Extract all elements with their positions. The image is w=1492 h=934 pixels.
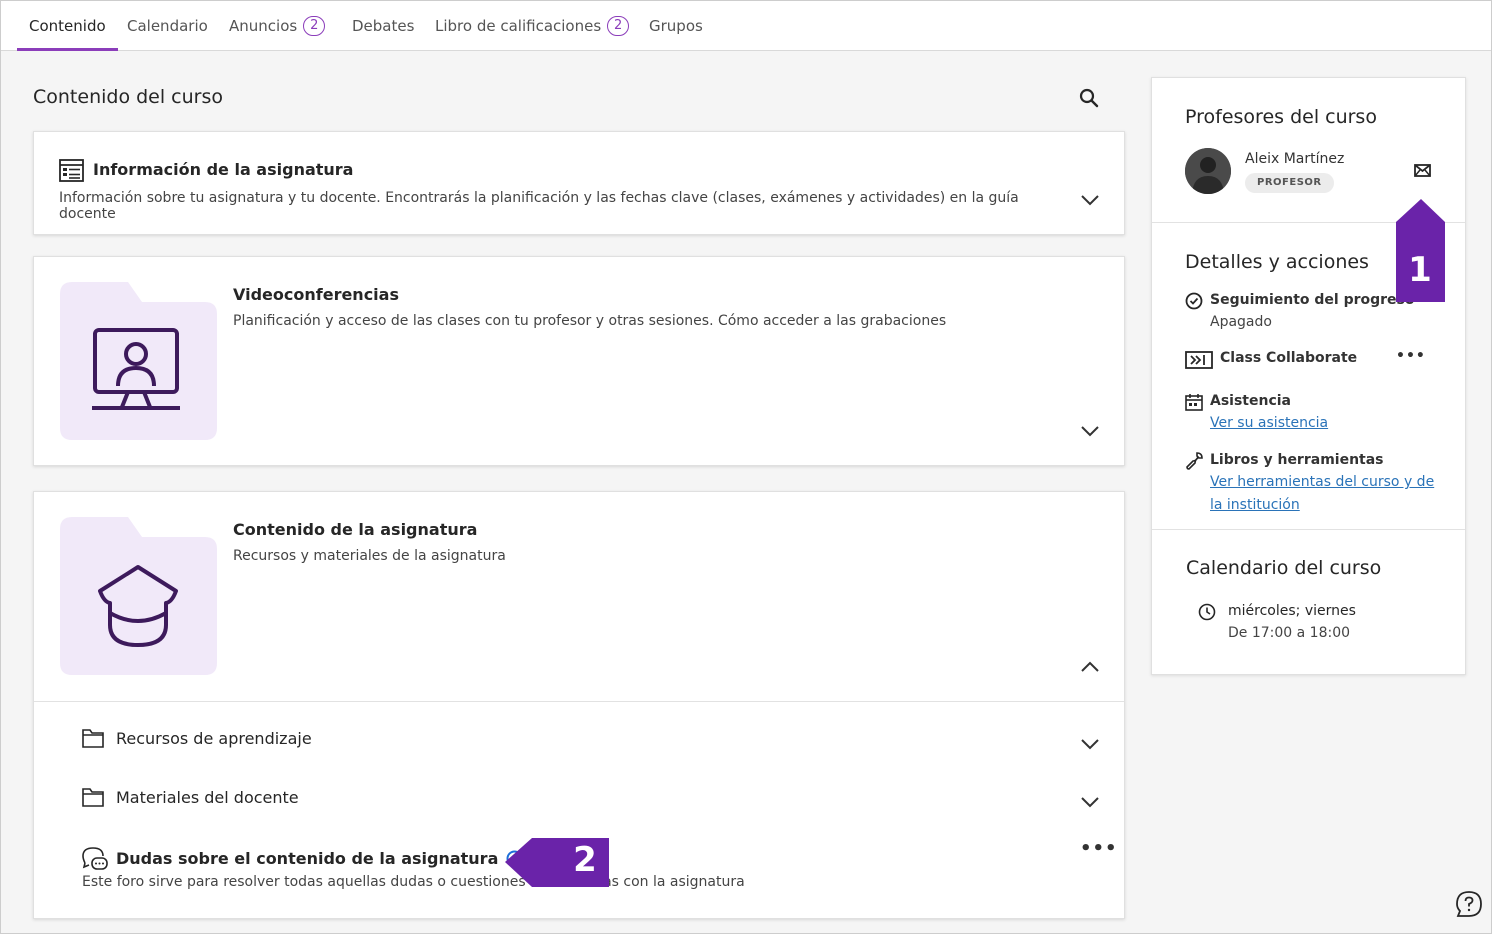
folder-icon [82,729,104,748]
tab-contenido[interactable]: Contenido [17,1,118,51]
progress-value: Apagado [1210,314,1272,330]
attendance-label: Asistencia [1210,393,1291,409]
tab-grupos[interactable]: Grupos [649,1,703,51]
course-details-panel: Profesores del curso Aleix Martínez PROF… [1151,77,1466,675]
discussion-icon [82,847,108,870]
calendar-heading: Calendario del curso [1186,557,1382,579]
wrench-icon [1186,452,1203,470]
folder-item-label: Recursos de aprendizaje [116,728,312,748]
tab-debates[interactable]: Debates [352,1,414,51]
tools-link-line2[interactable]: la institución [1210,494,1300,517]
card-title: Videoconferencias [233,285,399,304]
folder-item-label: Materiales del docente [116,787,299,807]
divider [1152,529,1465,530]
search-icon[interactable] [1078,87,1100,109]
tab-libro-calificaciones[interactable]: Libro de calificaciones 2 [435,1,630,51]
tools-link[interactable]: Ver herramientas del curso y de [1210,471,1434,494]
videoconference-folder-icon [60,282,217,440]
folder-item-materiales[interactable]: Materiales del docente [82,787,299,807]
tab-label: Anuncios [229,17,298,35]
forum-title: Dudas sobre el contenido de la asignatur… [116,848,499,868]
card-title: Información de la asignatura [93,160,354,179]
syllabus-icon [59,159,84,182]
details-heading: Detalles y acciones [1185,251,1369,273]
card-description: Planificación y acceso de las clases con… [233,313,947,329]
chevron-down-icon[interactable] [1080,738,1100,750]
callout-number: 1 [1398,250,1442,290]
teachers-heading: Profesores del curso [1185,106,1377,128]
folder-icon [82,788,104,807]
tab-label: Calendario [127,17,208,35]
info-card[interactable]: Información de la asignatura Información… [33,131,1125,235]
collaborate-label[interactable]: Class Collaborate [1220,350,1357,366]
folder-item-recursos[interactable]: Recursos de aprendizaje [82,728,312,748]
progress-label[interactable]: Seguimiento del progreso [1210,292,1415,308]
tab-label: Libro de calificaciones [435,17,602,35]
message-icon[interactable] [1414,164,1431,177]
user-photo [1185,148,1231,194]
chevron-down-icon[interactable] [1080,796,1100,808]
tools-label: Libros y herramientas [1210,452,1384,468]
progress-check-icon [1185,292,1203,310]
chevron-up-icon[interactable] [1080,661,1100,673]
card-description: Recursos y materiales de la asignatura [233,548,506,564]
clock-icon [1198,603,1216,621]
video-card[interactable]: Videoconferencias Planificación y acceso… [33,256,1125,466]
card-title: Contenido de la asignatura [233,520,478,539]
more-options-icon[interactable]: ••• [1080,840,1118,858]
attendance-link[interactable]: Ver su asistencia [1210,412,1328,435]
teacher-name[interactable]: Aleix Martínez [1245,151,1344,167]
role-badge: PROFESOR [1245,173,1334,193]
divider [34,701,1124,702]
help-icon[interactable] [1455,890,1483,918]
tab-anuncios[interactable]: Anuncios 2 [229,1,326,51]
attendance-icon [1185,394,1203,411]
chevron-down-icon[interactable] [1080,425,1100,437]
callout-number: 2 [565,840,605,880]
tab-label: Contenido [29,17,106,35]
graduation-folder-icon [60,517,217,675]
course-tabs: Contenido Calendario Anuncios 2 Debates L… [1,1,1491,51]
collaborate-icon [1185,351,1213,369]
schedule-days: miércoles; viernes [1228,603,1356,619]
chevron-down-icon[interactable] [1080,194,1100,206]
count-badge: 2 [303,16,326,36]
forum-description: Este foro sirve para resolver todas aque… [82,874,745,890]
avatar[interactable] [1185,148,1231,194]
more-options-icon[interactable]: ••• [1396,349,1426,363]
tab-label: Debates [352,17,415,35]
count-badge: 2 [607,16,630,36]
page-title: Contenido del curso [33,86,224,108]
forum-item[interactable]: Dudas sobre el contenido de la asignatur… [82,845,523,871]
tab-label: Grupos [649,17,703,35]
card-description: Información sobre tu asignatura y tu doc… [59,190,1019,222]
schedule-time: De 17:00 a 18:00 [1228,625,1351,641]
tab-calendario[interactable]: Calendario [127,1,208,51]
